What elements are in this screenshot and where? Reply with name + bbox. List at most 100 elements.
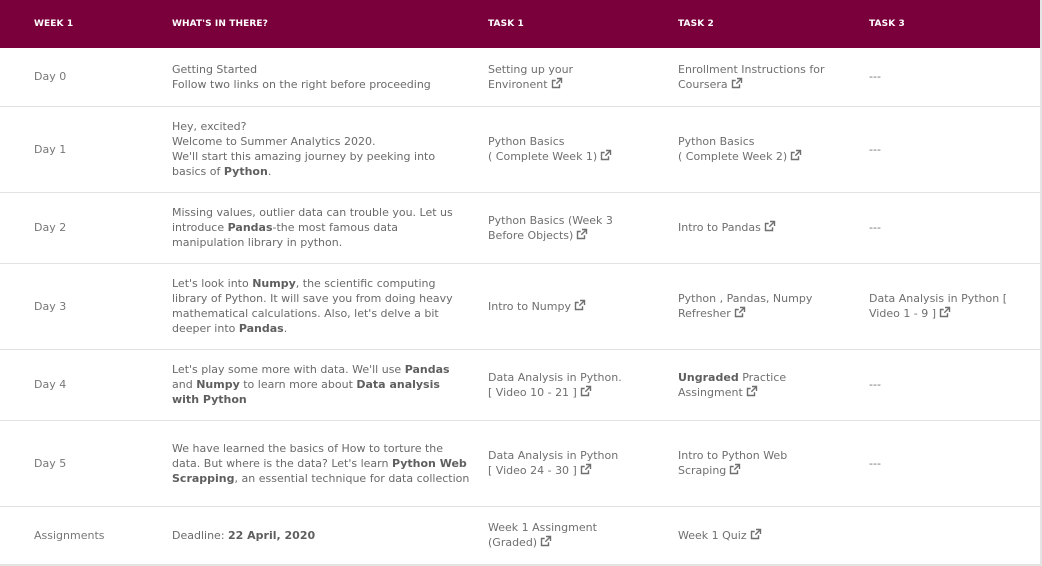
description-text: to learn more about [239,378,357,391]
task-2-link[interactable]: Enrollment Instructions for Coursera [678,48,869,107]
link-text: Refresher [678,307,731,320]
day-label: Day 2 [0,192,172,264]
table-row: Assignments Deadline: 22 April, 2020 Wee… [0,506,1040,565]
link-text: Python Basics [678,135,755,148]
external-link-icon[interactable] [746,385,758,397]
task-3-empty: --- [869,106,1040,193]
external-link-icon[interactable] [576,228,588,240]
external-link-icon[interactable] [731,77,743,89]
link-text: Enrollment Instructions for [678,62,825,76]
task-1-link[interactable]: Data Analysis in Python. [ Video 10 - 21… [488,349,678,421]
task-2-link[interactable]: Intro to Python Web Scraping [678,420,869,507]
description-line: Follow two links on the right before pro… [172,77,431,91]
table-row: Day 3 Let's look into Numpy, the scienti… [0,263,1040,350]
external-link-icon[interactable] [750,528,762,540]
task-2-link[interactable]: Ungraded Practice Assingment [678,349,869,421]
description-text: . [267,165,272,178]
table-row: Day 5 We have learned the basics of How … [0,420,1040,507]
header-task-3: TASK 3 [869,19,905,29]
external-link-icon[interactable] [764,220,776,232]
task-3-empty [869,506,1040,565]
highlight-text: Numpy [196,378,240,391]
task-3-empty: --- [869,192,1040,264]
link-text: Video 1 - 9 ] [869,307,937,320]
description-line: Hey, excited? [172,120,247,133]
task-3-empty: --- [869,48,1040,107]
link-text: Scraping [678,464,727,477]
day-description: Getting Started Follow two links on the … [172,48,488,107]
description-line: Welcome to Summer Analytics 2020. [172,135,376,148]
day-label: Day 4 [0,349,172,421]
external-link-icon[interactable] [734,306,746,318]
external-link-icon[interactable] [939,306,951,318]
header-row: WEEK 1 WHAT'S IN THERE? TASK 1 TASK 2 TA… [0,0,1040,48]
day-description: We have learned the basics of How to tor… [172,420,488,507]
day-description: Missing values, outlier data can trouble… [172,192,488,264]
description-text: Let's play some more with data. We'll us… [172,363,405,376]
link-text: Week 1 Assingment [488,521,597,534]
day-description: Hey, excited? Welcome to Summer Analytic… [172,106,488,193]
link-text: Environent [488,77,548,91]
external-link-icon[interactable] [790,149,802,161]
day-description: Let's look into Numpy, the scientific co… [172,263,488,350]
link-text: Data Analysis in Python. [488,370,622,384]
external-link-icon[interactable] [580,385,592,397]
day-description: Deadline: 22 April, 2020 [172,506,488,565]
link-text: Python Basics [488,135,565,148]
link-text: Python , Pandas, Numpy [678,292,813,305]
day-label: Day 5 [0,420,172,507]
day-label: Day 0 [0,48,172,107]
task-1-link[interactable]: Python Basics (Week 3 Before Objects) [488,192,678,264]
task-2-link[interactable]: Python Basics ( Complete Week 2) [678,106,869,193]
task-2-link[interactable]: Week 1 Quiz [678,506,869,565]
highlight-text: Ungraded [678,370,739,384]
link-text: ( Complete Week 2) [678,150,788,163]
description-text: and [172,378,197,391]
link-text: [ Video 10 - 21 ] [488,385,577,399]
highlight-text: Python [223,165,268,178]
day-label: Day 1 [0,106,172,193]
task-1-link[interactable]: Setting up your Environent [488,48,678,107]
task-2-link[interactable]: Intro to Pandas [678,192,869,264]
link-text: (Graded) [488,536,538,549]
task-2-link[interactable]: Python , Pandas, Numpy Refresher [678,263,869,350]
description-text: Deadline: [172,528,229,542]
link-text: Week 1 Quiz [678,528,747,542]
link-text: Intro to Python Web [678,449,788,462]
day-label: Assignments [0,506,172,565]
external-link-icon[interactable] [600,149,612,161]
external-link-icon[interactable] [729,463,741,475]
external-link-icon[interactable] [574,299,586,311]
header-task-1: TASK 1 [488,19,524,29]
link-text: Intro to Pandas [678,221,761,234]
highlight-text: Pandas [404,363,450,376]
header-task-2: TASK 2 [678,19,714,29]
external-link-icon[interactable] [551,77,563,89]
link-text: [ Video 24 - 30 ] [488,464,577,477]
link-text: Python Basics (Week 3 [488,213,613,227]
day-description: Let's play some more with data. We'll us… [172,349,488,421]
link-text: Setting up your [488,62,574,76]
link-text: Intro to Numpy [488,299,571,313]
link-text: Before Objects) [488,228,574,242]
task-1-link[interactable]: Intro to Numpy [488,263,678,350]
external-link-icon[interactable] [540,535,552,547]
task-1-link[interactable]: Week 1 Assingment (Graded) [488,506,678,565]
task-1-link[interactable]: Python Basics ( Complete Week 1) [488,106,678,193]
external-link-icon[interactable] [580,463,592,475]
task-3-link[interactable]: Data Analysis in Python [ Video 1 - 9 ] [869,263,1040,350]
description-text: Let's look into [172,277,253,290]
task-1-link[interactable]: Data Analysis in Python [ Video 24 - 30 … [488,420,678,507]
header-week: WEEK 1 [34,19,74,29]
highlight-text: Numpy [252,277,296,290]
description-text: , an essential technique for data collec… [234,471,470,485]
link-text: ( Complete Week 1) [488,150,598,163]
highlight-text: Pandas [238,322,284,335]
highlight-text: Pandas [227,221,273,234]
day-label: Day 3 [0,263,172,350]
description-line: We'll start this amazing journey by peek… [172,150,436,178]
table-row: Day 4 Let's play some more with data. We… [0,349,1040,421]
table-body: Day 0 Getting Started Follow two links o… [0,48,1040,565]
table-row: Day 2 Missing values, outlier data can t… [0,192,1040,264]
link-text: Practice [738,370,787,384]
